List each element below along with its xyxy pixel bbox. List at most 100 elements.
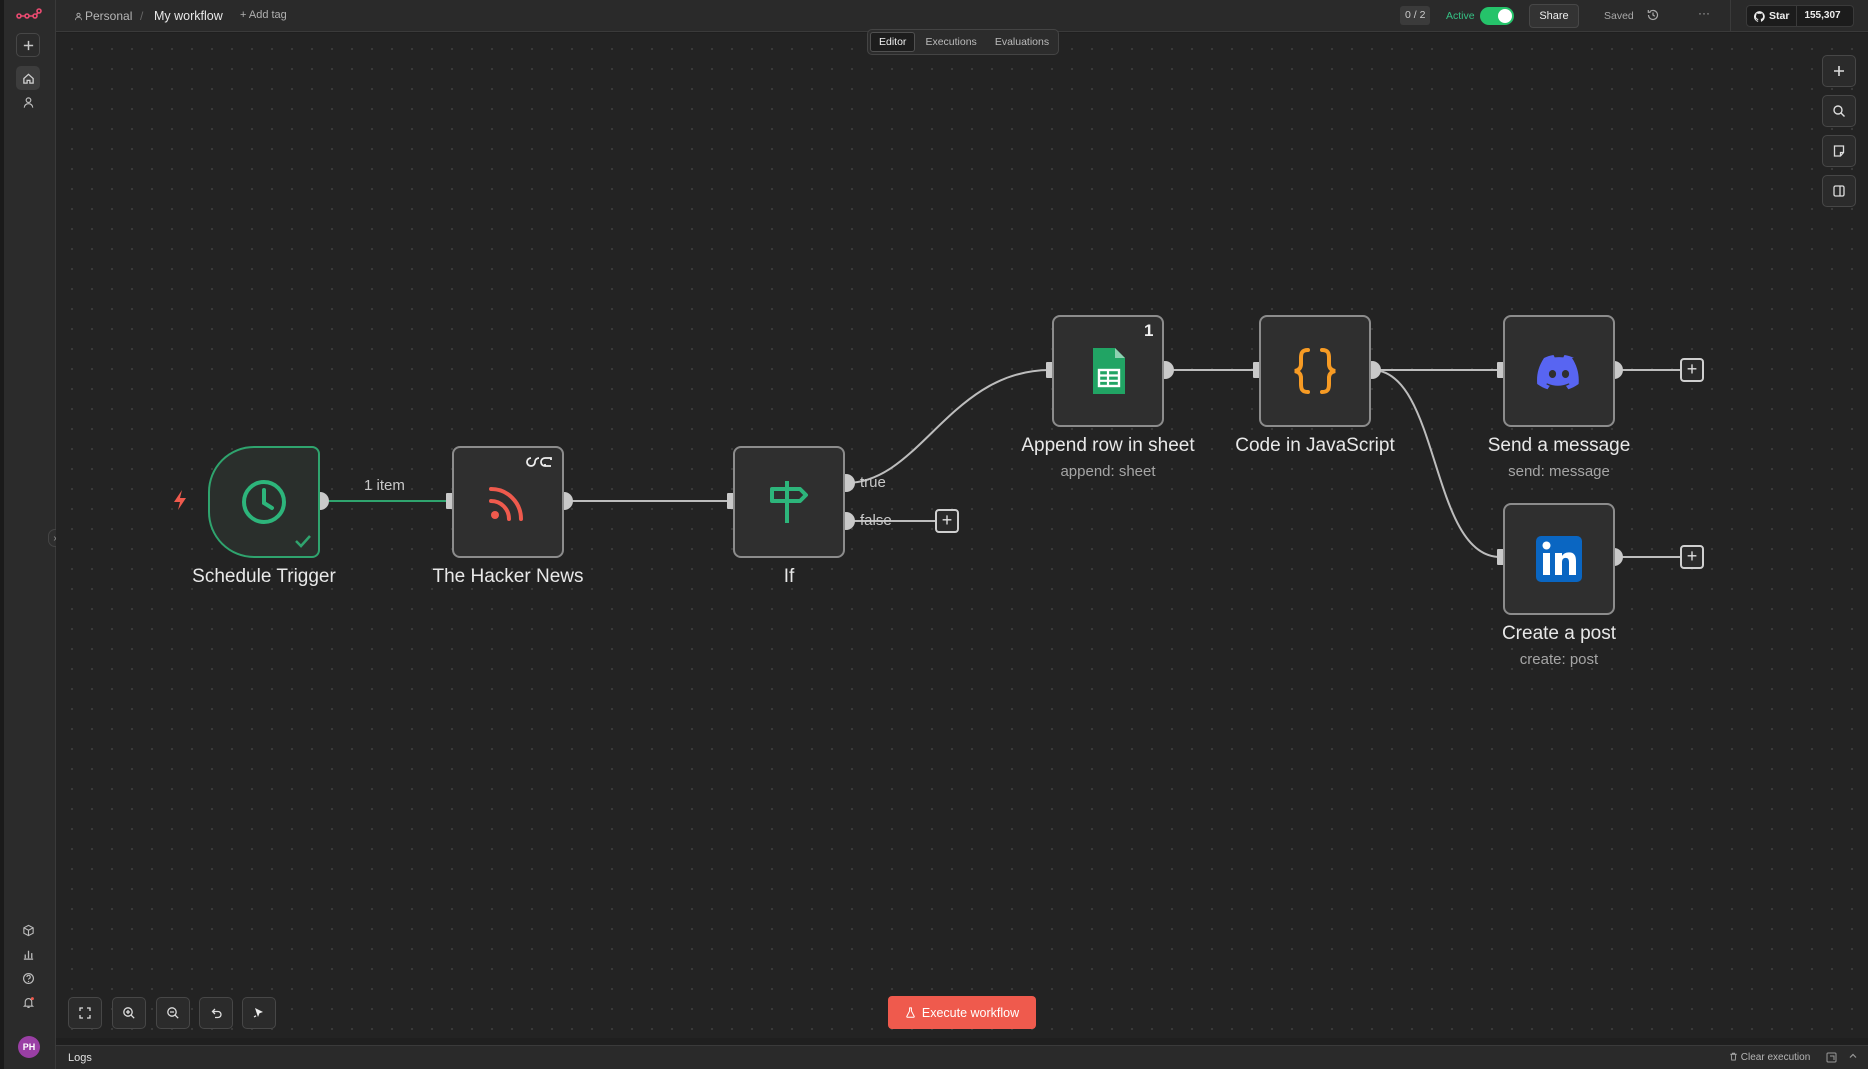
zoom-out-button[interactable] (156, 997, 190, 1029)
sticky-note-icon (1833, 145, 1845, 157)
user-avatar[interactable]: PH (18, 1036, 40, 1058)
overview-button[interactable] (16, 66, 40, 90)
node-label-if: If (783, 566, 795, 587)
help-button[interactable] (16, 966, 40, 990)
breadcrumb-project-label: Personal (85, 9, 133, 23)
more-options-icon[interactable]: ··· (1696, 6, 1712, 22)
node-if[interactable] (733, 446, 845, 558)
insights-button[interactable] (16, 942, 40, 966)
fit-view-button[interactable] (68, 997, 102, 1029)
undo-button[interactable] (199, 997, 233, 1029)
node-subtitle-send-message: send: message (1508, 463, 1610, 480)
node-label-hacker-news: The Hacker News (432, 566, 584, 587)
node-append-row[interactable]: 1 (1052, 315, 1164, 427)
signpost-icon (770, 481, 808, 523)
github-icon (1754, 10, 1765, 22)
github-star-count: 155,307 (1804, 10, 1841, 21)
sticky-note-button[interactable] (1822, 135, 1856, 167)
templates-button[interactable] (16, 918, 40, 942)
run-count-badge: 0 / 2 (1400, 6, 1431, 25)
node-label-send-message: Send a message (1487, 435, 1631, 456)
node-label-create-post: Create a post (1501, 623, 1617, 644)
node-send-message[interactable] (1503, 315, 1615, 427)
node-label-schedule-trigger: Schedule Trigger (192, 566, 336, 587)
add-tag-link[interactable]: + Add tag (240, 9, 287, 21)
google-sheets-icon (1093, 348, 1125, 394)
undo-icon (211, 1008, 222, 1019)
create-button[interactable] (16, 33, 40, 57)
logs-label: Logs (68, 1052, 92, 1064)
clock-icon (242, 480, 286, 524)
trigger-bolt-icon (174, 490, 186, 510)
zoom-in-icon (123, 1007, 135, 1019)
loop-icon (526, 457, 552, 467)
user-icon (74, 12, 83, 21)
personal-button[interactable] (16, 90, 40, 114)
notifications-button[interactable] (16, 990, 40, 1014)
trash-icon (1730, 1052, 1737, 1061)
chevron-up-icon[interactable] (1847, 1050, 1859, 1062)
add-node-if-false-button[interactable]: + (935, 509, 959, 533)
help-circle-icon (22, 972, 34, 984)
logs-bar[interactable]: Logs Clear execution (56, 1045, 1868, 1069)
rss-icon (489, 487, 523, 521)
search-icon (1833, 105, 1845, 117)
cursor-icon (253, 1008, 263, 1018)
plus-icon (23, 40, 33, 50)
history-icon[interactable] (1646, 8, 1660, 22)
node-subtitle-create-post: create: post (1519, 651, 1599, 668)
run-count-indicator: 1 (1144, 321, 1154, 340)
cube-icon (22, 924, 34, 936)
linkedin-icon (1536, 536, 1582, 582)
active-label: Active (1446, 10, 1475, 22)
code-braces-icon (1294, 348, 1336, 394)
n8n-logo-icon[interactable] (16, 7, 42, 21)
tab-executions[interactable]: Executions (917, 32, 984, 52)
tidy-up-button[interactable] (242, 997, 276, 1029)
rail-edge (0, 0, 4, 1069)
node-label-code-js: Code in JavaScript (1235, 435, 1395, 456)
view-tabs: Editor Executions Evaluations (867, 29, 1059, 55)
edge-item-count: 1 item (364, 477, 405, 494)
panel-icon (1833, 185, 1845, 197)
zoom-out-icon (167, 1007, 179, 1019)
bell-icon (22, 996, 34, 1008)
success-check-icon (295, 535, 311, 548)
node-schedule-trigger[interactable] (208, 446, 320, 558)
saved-status: Saved (1604, 10, 1634, 22)
node-create-post[interactable] (1503, 503, 1615, 615)
zoom-in-button[interactable] (112, 997, 146, 1029)
workflow-name[interactable]: My workflow (154, 9, 223, 23)
workflow-header: Personal / My workflow + Add tag 0 / 2 A… (56, 0, 1868, 32)
if-true-label: true (860, 474, 886, 491)
clear-execution-label: Clear execution (1740, 1052, 1811, 1063)
flask-icon (906, 1007, 915, 1018)
search-nodes-button[interactable] (1822, 95, 1856, 127)
discord-icon (1537, 355, 1579, 390)
home-icon (22, 72, 34, 84)
tab-editor[interactable]: Editor (870, 32, 916, 52)
plus-icon (1834, 66, 1844, 76)
node-code-js[interactable] (1259, 315, 1371, 427)
tab-evaluations[interactable]: Evaluations (987, 32, 1057, 52)
execute-workflow-label: Execute workflow (921, 1005, 1020, 1020)
user-icon (23, 96, 33, 108)
github-star-button[interactable]: Star 155,307 (1746, 5, 1854, 27)
add-node-button[interactable] (1822, 55, 1856, 87)
breadcrumb-project[interactable]: Personal (74, 9, 132, 23)
share-button[interactable]: Share (1529, 4, 1579, 28)
bar-chart-icon (23, 950, 33, 960)
if-false-label: false (860, 512, 892, 529)
github-star-label: Star (1769, 10, 1790, 22)
active-toggle[interactable] (1480, 7, 1514, 25)
clear-execution-button[interactable]: Clear execution (1729, 1052, 1810, 1063)
pop-out-icon[interactable] (1826, 1052, 1837, 1063)
add-node-linkedin-button[interactable]: + (1680, 545, 1704, 569)
execute-workflow-button[interactable]: Execute workflow (888, 996, 1036, 1029)
fit-view-icon (79, 1007, 91, 1019)
toggle-panel-button[interactable] (1822, 175, 1856, 207)
header-divider (1730, 0, 1731, 32)
node-hacker-news[interactable] (452, 446, 564, 558)
breadcrumb-separator: / (140, 9, 144, 23)
add-node-discord-button[interactable]: + (1680, 358, 1704, 382)
